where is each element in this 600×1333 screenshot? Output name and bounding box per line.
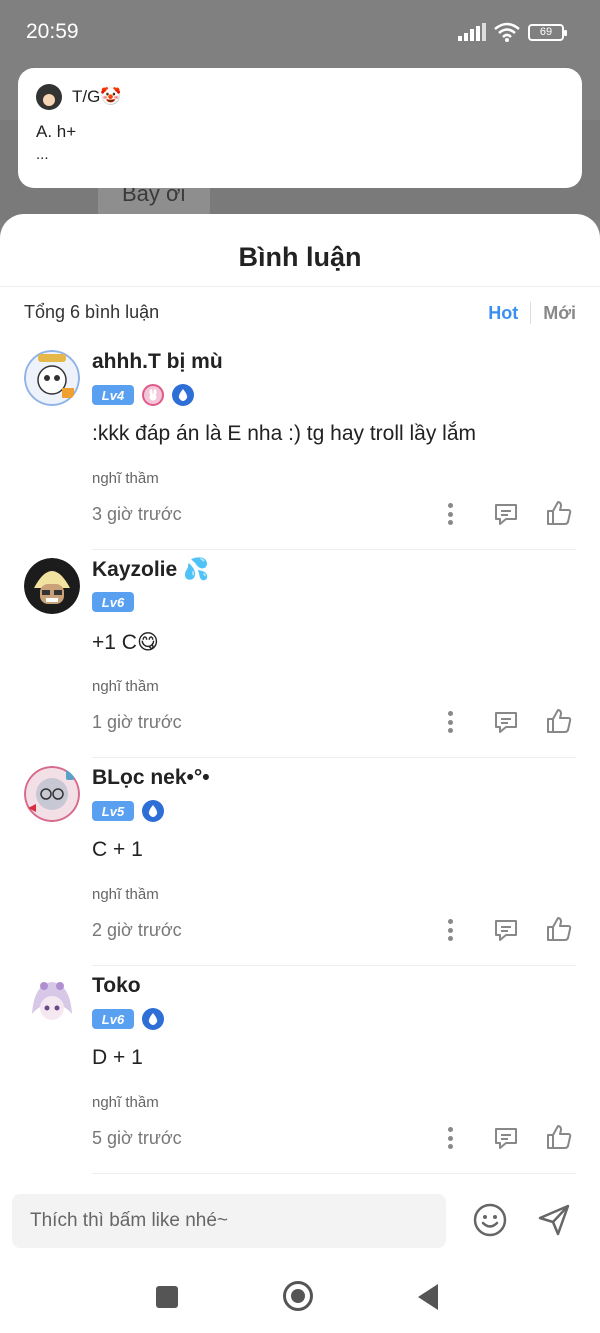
more-options-icon[interactable] bbox=[440, 1124, 460, 1152]
username[interactable]: Kayzolie 💦 bbox=[92, 558, 209, 582]
username[interactable]: Toko bbox=[92, 974, 141, 998]
comment-time: 2 giờ trước bbox=[92, 920, 182, 940]
comment-sheet: Bình luận Tổng 6 bình luận Hot Mới ahhh.… bbox=[0, 214, 600, 1333]
badges: Lv4 bbox=[92, 384, 194, 406]
emoji-icon[interactable] bbox=[472, 1202, 508, 1238]
like-icon[interactable] bbox=[544, 914, 574, 944]
reply-icon[interactable] bbox=[492, 500, 520, 528]
badges: Lv6 bbox=[92, 1008, 164, 1030]
badges: Lv6 bbox=[92, 592, 134, 612]
sheet-title: Bình luận bbox=[238, 242, 362, 272]
back-icon[interactable] bbox=[418, 1284, 438, 1310]
comment-input-wrapper bbox=[12, 1194, 446, 1248]
like-icon[interactable] bbox=[544, 1122, 574, 1152]
comment-time: 1 giờ trước bbox=[92, 712, 182, 732]
level-badge: Lv6 bbox=[92, 1009, 134, 1029]
username[interactable]: BLọc nek•°• bbox=[92, 766, 210, 790]
battery-level: 69 bbox=[539, 26, 553, 38]
comment-mood: nghĩ thầm bbox=[92, 886, 159, 903]
avatar[interactable] bbox=[24, 350, 80, 406]
more-options-icon[interactable] bbox=[440, 916, 460, 944]
comment-mood: nghĩ thầm bbox=[92, 1094, 159, 1111]
comment-divider bbox=[92, 1173, 576, 1174]
comment-input[interactable] bbox=[12, 1194, 446, 1248]
badges: Lv5 bbox=[92, 800, 164, 822]
reply-icon[interactable] bbox=[492, 708, 520, 736]
username[interactable]: ahhh.T bị mù bbox=[92, 350, 223, 374]
status-bar: 20:59 69 bbox=[0, 0, 600, 62]
tab-separator bbox=[530, 302, 532, 324]
comment-item: Kayzolie 💦 Lv6 +1 C😋 nghĩ thầm 1 giờ trư… bbox=[0, 558, 600, 764]
like-icon[interactable] bbox=[544, 498, 574, 528]
avatar[interactable] bbox=[24, 766, 80, 822]
comment-text: :kkk đáp án là E nha :) tg hay troll lầy… bbox=[92, 422, 477, 445]
tab-hot[interactable]: Hot bbox=[488, 303, 518, 324]
comment-mood: nghĩ thầm bbox=[92, 678, 159, 695]
battery-icon: 69 bbox=[528, 23, 567, 41]
comment-time: 3 giờ trước bbox=[92, 504, 182, 524]
comment-divider bbox=[92, 549, 576, 550]
notification-sender: T/G🤡 bbox=[72, 87, 122, 106]
comment-count: Tổng 6 bình luận bbox=[24, 302, 160, 322]
comment-item: Toko Lv6 D + 1 nghĩ thầm 5 giờ trước bbox=[0, 974, 600, 1180]
avatar[interactable] bbox=[24, 974, 80, 1030]
comment-divider bbox=[92, 757, 576, 758]
notification-line-1: A. h+ bbox=[36, 122, 77, 141]
water-drop-badge-icon bbox=[172, 384, 194, 406]
water-drop-badge-icon bbox=[142, 800, 164, 822]
sort-tabs: Hot Mới bbox=[488, 302, 576, 324]
home-icon[interactable] bbox=[283, 1281, 313, 1311]
recent-apps-icon[interactable] bbox=[156, 1286, 178, 1308]
level-badge: Lv6 bbox=[92, 592, 134, 612]
comment-item: ahhh.T bị mù Lv4 :kkk đáp án là E nha :)… bbox=[0, 350, 600, 556]
notification-avatar bbox=[36, 84, 62, 110]
comment-time: 5 giờ trước bbox=[92, 1128, 182, 1148]
level-badge: Lv5 bbox=[92, 801, 134, 821]
avatar[interactable] bbox=[24, 558, 80, 614]
notification-line-2: ... bbox=[36, 146, 49, 163]
more-options-icon[interactable] bbox=[440, 708, 460, 736]
send-icon[interactable] bbox=[536, 1202, 572, 1238]
divider bbox=[0, 286, 600, 287]
signal-icon bbox=[458, 23, 486, 41]
comment-mood: nghĩ thầm bbox=[92, 470, 159, 487]
comment-item: BLọc nek•°• Lv5 C + 1 nghĩ thầm 2 giờ tr… bbox=[0, 766, 600, 972]
status-time: 20:59 bbox=[26, 20, 79, 43]
wifi-icon bbox=[494, 22, 520, 42]
water-drop-badge-icon bbox=[142, 1008, 164, 1030]
reply-icon[interactable] bbox=[492, 1124, 520, 1152]
like-icon[interactable] bbox=[544, 706, 574, 736]
comment-text: D + 1 bbox=[92, 1046, 143, 1069]
comment-text: C + 1 bbox=[92, 838, 143, 861]
status-icons: 69 bbox=[458, 22, 567, 42]
comment-divider bbox=[92, 965, 576, 966]
tab-new[interactable]: Mới bbox=[543, 303, 576, 324]
system-nav-bar bbox=[0, 1262, 600, 1333]
comment-text: +1 C😋 bbox=[92, 631, 159, 654]
notification-card[interactable]: T/G🤡 A. h+ ... bbox=[18, 68, 582, 188]
level-badge: Lv4 bbox=[92, 385, 134, 405]
more-options-icon[interactable] bbox=[440, 500, 460, 528]
reply-icon[interactable] bbox=[492, 916, 520, 944]
rabbit-badge-icon bbox=[142, 384, 164, 406]
